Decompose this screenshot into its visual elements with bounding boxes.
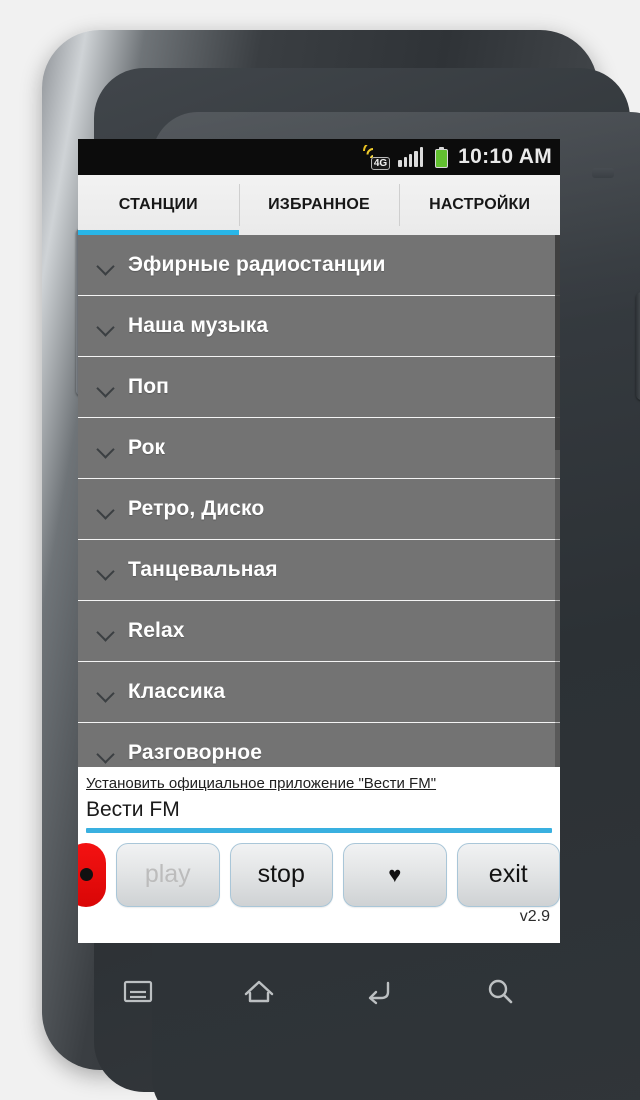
player-controls: play stop ♥ exit [78, 833, 560, 907]
chevron-down-icon [96, 744, 115, 763]
chevron-down-icon [96, 256, 115, 275]
list-item-label: Поп [128, 375, 169, 398]
wifi-badge-label: 4G [370, 157, 391, 170]
wifi-4g-icon: 4G [360, 144, 391, 170]
list-item[interactable]: Поп [78, 357, 560, 418]
tab-stations-label: СТАНЦИИ [118, 196, 198, 213]
station-category-list[interactable]: Эфирные радиостанции Наша музыка Поп Рок… [78, 235, 560, 767]
notification-led-icon [592, 168, 614, 178]
android-navigation-bar [78, 943, 560, 1039]
list-item-label: Классика [128, 680, 226, 703]
chevron-down-icon [96, 622, 115, 641]
list-item-label: Наша музыка [128, 314, 269, 337]
list-scrollbar-thumb[interactable] [555, 235, 560, 450]
tab-bar: СТАНЦИИ ИЗБРАННОЕ НАСТРОЙКИ [78, 175, 560, 235]
power-button[interactable] [636, 292, 640, 400]
list-item[interactable]: Классика [78, 662, 560, 723]
current-station-name: Вести FM [86, 798, 180, 821]
list-item[interactable]: Relax [78, 601, 560, 662]
status-bar: 4G 10:10 AM [78, 139, 560, 175]
tab-favorites[interactable]: ИЗБРАННОЕ [238, 175, 400, 235]
list-item-label: Ретро, Диско [128, 497, 265, 520]
battery-full-icon [435, 146, 449, 168]
status-bar-clock: 10:10 AM [458, 145, 552, 168]
favorite-button[interactable]: ♥ [343, 842, 447, 907]
tab-stations[interactable]: СТАНЦИИ [78, 175, 239, 235]
play-button[interactable]: play [116, 842, 220, 907]
list-item[interactable]: Наша музыка [78, 296, 560, 357]
tab-settings-label: НАСТРОЙКИ [429, 196, 531, 213]
list-item[interactable]: Ретро, Диско [78, 479, 560, 540]
now-playing-info: Установить официальное приложение "Вести… [78, 767, 560, 824]
back-icon[interactable] [358, 970, 400, 1012]
chevron-down-icon [96, 683, 115, 702]
home-icon[interactable] [238, 970, 280, 1012]
app-version-label: v2.9 [78, 907, 560, 927]
stop-button[interactable]: stop [229, 842, 333, 907]
tab-favorites-label: ИЗБРАННОЕ [268, 196, 370, 213]
chevron-down-icon [96, 561, 115, 580]
exit-button[interactable]: exit [456, 842, 560, 907]
record-button[interactable] [78, 842, 106, 907]
tab-settings[interactable]: НАСТРОЙКИ [399, 175, 560, 235]
list-scrollbar[interactable] [555, 235, 560, 767]
record-dot-icon [79, 868, 93, 881]
list-item[interactable]: Рок [78, 418, 560, 479]
list-item[interactable]: Эфирные радиостанции [78, 235, 560, 296]
list-item[interactable]: Разговорное [78, 723, 560, 767]
list-item-label: Relax [128, 619, 185, 642]
promo-install-link[interactable]: Установить официальное приложение "Вести… [86, 773, 436, 794]
menu-icon[interactable] [117, 970, 159, 1012]
list-item-label: Эфирные радиостанции [128, 253, 386, 276]
list-item-label: Разговорное [128, 741, 262, 764]
chevron-down-icon [96, 317, 115, 336]
list-item-label: Танцевальная [128, 558, 278, 581]
chevron-down-icon [96, 378, 115, 397]
list-item[interactable]: Танцевальная [78, 540, 560, 601]
list-item-label: Рок [128, 436, 166, 459]
screenshot-root: 4G 10:10 AM СТАНЦИИ ИЗБРАННОЕ НАСТРОЙКИ [0, 0, 640, 1100]
chevron-down-icon [96, 439, 115, 458]
signal-bars-icon [398, 147, 424, 167]
search-icon[interactable] [479, 970, 521, 1012]
phone-screen: 4G 10:10 AM СТАНЦИИ ИЗБРАННОЕ НАСТРОЙКИ [78, 139, 560, 943]
chevron-down-icon [96, 500, 115, 519]
